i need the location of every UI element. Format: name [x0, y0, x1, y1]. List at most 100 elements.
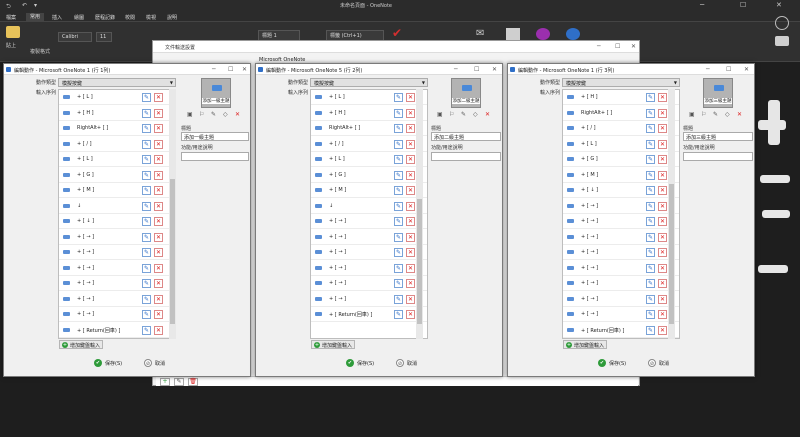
add-keyboard-input-button[interactable]: + 增加鍵盤輸入: [311, 340, 356, 349]
delete-icon[interactable]: ✕: [406, 248, 415, 257]
flag-icon[interactable]: ⚐: [449, 111, 454, 118]
minimize-icon[interactable]: ─: [700, 1, 704, 9]
image-icon[interactable]: ▣: [689, 111, 695, 118]
edit-icon[interactable]: ✎: [142, 170, 151, 180]
cloud-icon[interactable]: [566, 28, 580, 40]
delete-icon[interactable]: ✕: [154, 325, 163, 335]
clear-icon[interactable]: ✕: [235, 111, 240, 118]
scrollbar-thumb[interactable]: [170, 179, 175, 324]
edit-icon[interactable]: ✎: [646, 201, 655, 211]
edit-icon[interactable]: ✎: [646, 294, 655, 304]
font-size-select[interactable]: 11: [96, 32, 112, 42]
edit-icon[interactable]: ✎: [394, 186, 403, 195]
meeting-details-icon[interactable]: [506, 28, 520, 40]
delete-icon[interactable]: ✕: [154, 155, 163, 164]
key-sequence-row[interactable]: ↓ ✎ ✕: [59, 199, 175, 214]
delete-icon[interactable]: ✕: [406, 232, 415, 242]
key-sequence-row[interactable]: + [ L ] ✎ ✕: [563, 137, 679, 152]
delete-icon[interactable]: ✕: [658, 170, 667, 180]
flag-icon[interactable]: ⚐: [701, 111, 706, 118]
image-icon[interactable]: ▣: [437, 111, 443, 118]
key-sequence-row[interactable]: + [ → ] ✎ ✕: [311, 276, 427, 291]
edit-icon[interactable]: ✎: [646, 186, 655, 195]
key-sequence-row[interactable]: + [ L ] ✎ ✕: [59, 152, 175, 167]
edit-icon[interactable]: ✎: [646, 310, 655, 319]
key-sequence-row[interactable]: + [ → ] ✎ ✕: [563, 214, 679, 229]
cancel-button[interactable]: ⊘ 取消: [144, 359, 165, 367]
quick-access-dropdown-icon[interactable]: ▾: [34, 2, 37, 9]
key-sequence-row[interactable]: + [ → ] ✎ ✕: [59, 276, 175, 291]
edit-icon[interactable]: ✎: [646, 93, 655, 102]
delete-icon[interactable]: ✕: [154, 124, 163, 133]
edit-icon[interactable]: ✎: [646, 108, 655, 118]
delete-icon[interactable]: ✕: [658, 108, 667, 118]
add-keyboard-input-button[interactable]: + 增加鍵盤輸入: [563, 340, 608, 349]
todo-tag-icon[interactable]: ✔: [392, 26, 402, 40]
delete-icon[interactable]: ✕: [658, 93, 667, 102]
save-button[interactable]: ✔ 保存(S): [94, 359, 122, 367]
delete-icon[interactable]: 🗑: [188, 378, 198, 386]
key-sequence-row[interactable]: + [ → ] ✎ ✕: [311, 292, 427, 307]
menu-history[interactable]: 歷程記錄: [95, 14, 115, 21]
bucket-icon[interactable]: ◇: [223, 111, 228, 118]
edit-icon[interactable]: ✎: [646, 232, 655, 242]
key-sequence-row[interactable]: + [ → ] ✎ ✕: [311, 214, 427, 229]
delete-icon[interactable]: ✕: [154, 93, 163, 102]
menu-review[interactable]: 校閱: [125, 14, 135, 21]
edit-icon[interactable]: ✎: [142, 139, 151, 149]
cancel-button[interactable]: ⊘ 取消: [396, 359, 417, 367]
delete-icon[interactable]: ✕: [154, 232, 163, 242]
key-sequence-row[interactable]: + [ → ] ✎ ✕: [563, 261, 679, 276]
delete-icon[interactable]: ✕: [658, 232, 667, 242]
delete-icon[interactable]: ✕: [406, 186, 415, 195]
delete-icon[interactable]: ✕: [406, 124, 415, 133]
edit-icon[interactable]: ✎: [646, 139, 655, 149]
maximize-icon[interactable]: ☐: [228, 66, 233, 73]
key-sequence-row[interactable]: + [ H ] ✎ ✕: [311, 106, 427, 121]
edit-icon[interactable]: ✎: [646, 170, 655, 180]
edit-icon[interactable]: ✎: [142, 279, 151, 288]
key-sequence-row[interactable]: + [ → ] ✎ ✕: [563, 245, 679, 260]
title-input[interactable]: 添加三級主題: [683, 132, 753, 141]
delete-icon[interactable]: ✕: [406, 201, 415, 211]
side-circle-icon[interactable]: [775, 16, 789, 30]
key-sequence-row[interactable]: + [ → ] ✎ ✕: [311, 245, 427, 260]
edit-icon[interactable]: ✎: [394, 139, 403, 149]
paste-label[interactable]: 貼上: [6, 42, 16, 49]
cancel-button[interactable]: ⊘ 取消: [648, 359, 669, 367]
edit-icon[interactable]: ✎: [646, 325, 655, 335]
key-sequence-row[interactable]: + [ / ] ✎ ✕: [563, 121, 679, 136]
back-icon[interactable]: ⮌: [6, 2, 11, 12]
bucket-icon[interactable]: ◇: [473, 111, 478, 118]
menu-home[interactable]: 常用: [26, 13, 45, 21]
delete-icon[interactable]: ✕: [154, 108, 163, 118]
key-sequence-row[interactable]: + [ L ] ✎ ✕: [311, 90, 427, 105]
delete-icon[interactable]: ✕: [406, 108, 415, 118]
key-sequence-row[interactable]: + [ Return(回車) ] ✎ ✕: [311, 307, 427, 322]
menu-help[interactable]: 說明: [167, 14, 177, 21]
edit-icon[interactable]: ✎: [142, 310, 151, 319]
key-sequence-row[interactable]: RightAlt+ [ ] ✎ ✕: [59, 121, 175, 136]
edit-icon[interactable]: ✎: [646, 279, 655, 288]
list-scrollbar[interactable]: [416, 89, 423, 339]
image-icon[interactable]: ▣: [187, 111, 193, 118]
menu-view[interactable]: 檢視: [146, 14, 156, 21]
key-sequence-row[interactable]: + [ M ] ✎ ✕: [59, 183, 175, 198]
key-sequence-row[interactable]: + [ L ] ✎ ✕: [311, 152, 427, 167]
key-sequence-row[interactable]: + [ → ] ✎ ✕: [59, 261, 175, 276]
minimize-icon[interactable]: ─: [212, 66, 216, 73]
key-sequence-row[interactable]: + [ L ] ✎ ✕: [59, 90, 175, 105]
save-button[interactable]: ✔ 保存(S): [346, 359, 374, 367]
delete-icon[interactable]: ✕: [154, 139, 163, 149]
key-sequence-row[interactable]: ↓ ✎ ✕: [311, 199, 427, 214]
edit-icon[interactable]: ✎: [394, 263, 403, 273]
key-sequence-row[interactable]: + [ → ] ✎ ✕: [311, 261, 427, 276]
close-icon[interactable]: ✕: [242, 66, 247, 73]
delete-icon[interactable]: ✕: [406, 294, 415, 304]
edit-icon[interactable]: ✎: [142, 248, 151, 257]
key-sequence-row[interactable]: + [ H ] ✎ ✕: [59, 106, 175, 121]
delete-icon[interactable]: ✕: [154, 201, 163, 211]
delete-icon[interactable]: ✕: [154, 294, 163, 304]
edit-icon[interactable]: ✎: [394, 248, 403, 257]
delete-icon[interactable]: ✕: [658, 139, 667, 149]
